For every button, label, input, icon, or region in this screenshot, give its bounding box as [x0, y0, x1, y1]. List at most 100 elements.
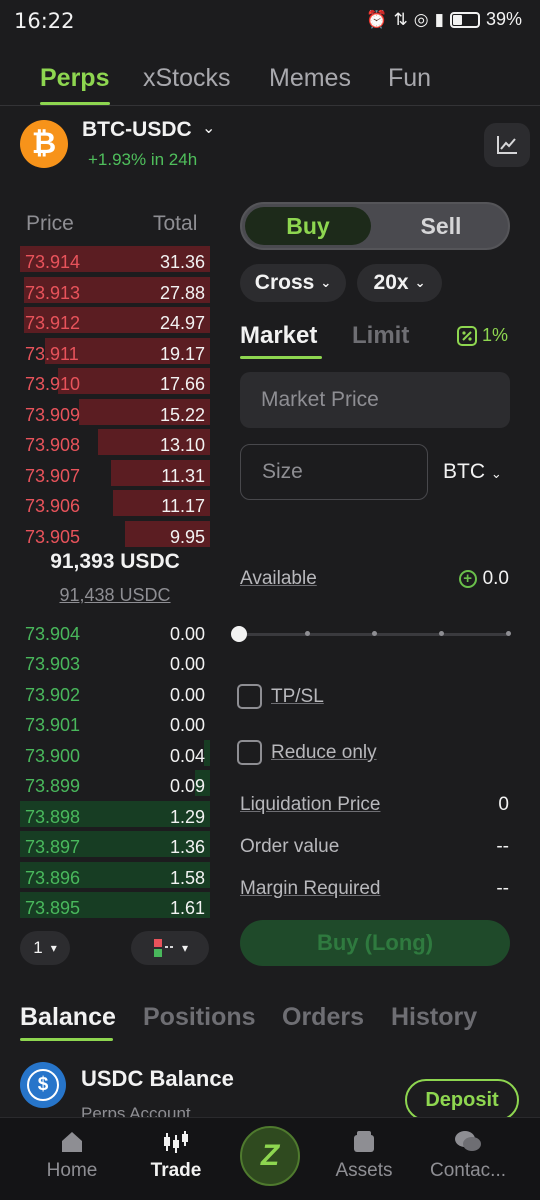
active-tab-indicator — [40, 102, 110, 105]
tpsl-checkbox[interactable] — [237, 684, 262, 709]
side-toggle: Buy Sell — [240, 202, 510, 250]
line-chart-icon — [497, 136, 517, 154]
tab-memes[interactable]: Memes — [269, 64, 351, 93]
bid-total: 0.00 — [169, 654, 205, 674]
margin-required-label[interactable]: Margin Required — [240, 878, 380, 900]
ask-row[interactable]: 73.912 24.97 — [20, 307, 210, 334]
bid-row[interactable]: 73.900 0.04 — [20, 740, 210, 767]
bid-price: 73.902 — [25, 685, 81, 705]
bid-row[interactable]: 73.895 1.61 — [20, 892, 210, 919]
bid-row[interactable]: 73.904 0.00 — [20, 618, 210, 645]
ask-price: 73.909 — [25, 405, 81, 425]
slider-handle[interactable] — [231, 626, 247, 642]
bid-row[interactable]: 73.901 0.00 — [20, 709, 210, 736]
ask-price: 73.907 — [25, 466, 81, 486]
tab-balance[interactable]: Balance — [20, 1003, 116, 1032]
tab-orders[interactable]: Orders — [282, 1003, 364, 1032]
tpsl-label[interactable]: TP/SL — [271, 686, 324, 708]
bid-row[interactable]: 73.897 1.36 — [20, 831, 210, 858]
tab-fun[interactable]: Fun — [388, 64, 431, 93]
bid-total: 0.00 — [169, 715, 205, 735]
ask-row[interactable]: 73.913 27.88 — [20, 277, 210, 304]
bid-row[interactable]: 73.903 0.00 — [20, 648, 210, 675]
mark-price[interactable]: 91,438 USDC — [20, 585, 210, 606]
slippage-setting[interactable]: 1% — [457, 325, 508, 346]
slider-mark[interactable] — [506, 631, 511, 636]
nav-contact[interactable]: Contac... — [420, 1130, 516, 1182]
chart-button[interactable] — [484, 123, 530, 167]
bid-total: 0.04 — [169, 746, 205, 766]
bid-price: 73.899 — [25, 776, 81, 796]
margin-mode-select[interactable]: Cross ⌄ — [240, 264, 346, 302]
buy-tab[interactable]: Buy — [245, 207, 371, 245]
size-input[interactable]: Size — [240, 444, 428, 500]
buy-long-button[interactable]: Buy (Long) — [240, 920, 510, 966]
liquidation-price-label[interactable]: Liquidation Price — [240, 794, 380, 816]
nav-label: Contac... — [429, 1160, 507, 1181]
ask-row[interactable]: 73.905 9.95 — [20, 521, 210, 548]
reduce-only-label[interactable]: Reduce only — [271, 742, 377, 764]
size-placeholder: Size — [262, 460, 303, 483]
tab-history[interactable]: History — [391, 1003, 477, 1032]
market-category-tabs: Perps xStocks Memes Fun — [0, 52, 540, 106]
orderbook-layout-icon — [153, 939, 173, 957]
tab-positions[interactable]: Positions — [143, 1003, 256, 1032]
ask-total: 19.17 — [159, 344, 205, 364]
ask-total: 15.22 — [159, 405, 205, 425]
bid-row[interactable]: 73.899 0.09 — [20, 770, 210, 797]
reduce-only-checkbox[interactable] — [237, 740, 262, 765]
available-label[interactable]: Available — [240, 568, 317, 590]
ask-row[interactable]: 73.909 15.22 — [20, 399, 210, 426]
bid-row[interactable]: 73.902 0.00 — [20, 679, 210, 706]
bid-row[interactable]: 73.898 1.29 — [20, 801, 210, 828]
pair-selector[interactable]: BTC-USDC — [82, 118, 192, 142]
slider-mark[interactable] — [439, 631, 444, 636]
bid-total: 0.09 — [169, 776, 205, 796]
ask-row[interactable]: 73.907 11.31 — [20, 460, 210, 487]
ask-total: 31.36 — [159, 252, 205, 272]
ask-total: 9.95 — [169, 527, 205, 547]
bid-price: 73.904 — [25, 624, 81, 644]
tab-perps[interactable]: Perps — [40, 64, 109, 93]
add-funds-icon[interactable]: + — [458, 570, 477, 588]
chat-icon — [455, 1131, 481, 1151]
orderbook-view-select[interactable]: ▾ — [131, 931, 209, 965]
precision-select[interactable]: 1 ▾ — [20, 931, 70, 965]
order-value-label: Order value — [240, 836, 340, 857]
market-price-placeholder: Market Price — [261, 388, 379, 411]
ask-row[interactable]: 73.911 19.17 — [20, 338, 210, 365]
bid-row[interactable]: 73.896 1.58 — [20, 862, 210, 889]
chevron-down-icon[interactable]: ⌄ — [202, 118, 215, 138]
tab-market-order[interactable]: Market — [240, 322, 317, 350]
bid-total: 1.29 — [169, 807, 205, 827]
ask-row[interactable]: 73.906 11.17 — [20, 490, 210, 517]
slider-mark[interactable] — [372, 631, 377, 636]
bid-total: 1.36 — [169, 837, 205, 857]
orderbook-total-header: Total — [153, 212, 198, 235]
order-value-value: -- — [496, 836, 509, 857]
nav-assets[interactable]: Assets — [316, 1130, 412, 1182]
leverage-select[interactable]: 20x ⌄ — [357, 264, 442, 302]
size-unit-select[interactable]: BTC ⌄ — [443, 460, 502, 484]
balance-title: USDC Balance — [81, 1066, 234, 1091]
size-slider[interactable] — [240, 631, 511, 636]
home-icon — [62, 1132, 82, 1152]
ask-row[interactable]: 73.914 31.36 — [20, 246, 210, 273]
ask-total: 13.10 — [159, 435, 205, 455]
order-type-indicator — [240, 356, 322, 359]
ask-total: 11.31 — [161, 466, 205, 486]
ask-price: 73.905 — [25, 527, 81, 547]
nav-trade[interactable]: Trade — [128, 1130, 224, 1182]
ask-row[interactable]: 73.910 17.66 — [20, 368, 210, 395]
precision-value: 1 — [33, 938, 43, 957]
chevron-down-icon: ▾ — [181, 941, 189, 955]
tab-xstocks[interactable]: xStocks — [143, 64, 231, 93]
z-logo-button[interactable]: Z — [240, 1126, 300, 1186]
deposit-button[interactable]: Deposit — [405, 1079, 519, 1121]
nav-home[interactable]: Home — [24, 1130, 120, 1182]
ask-total: 24.97 — [159, 313, 205, 333]
slider-mark[interactable] — [305, 631, 310, 636]
ask-row[interactable]: 73.908 13.10 — [20, 429, 210, 456]
sell-tab[interactable]: Sell — [376, 207, 506, 245]
tab-limit-order[interactable]: Limit — [352, 322, 409, 350]
